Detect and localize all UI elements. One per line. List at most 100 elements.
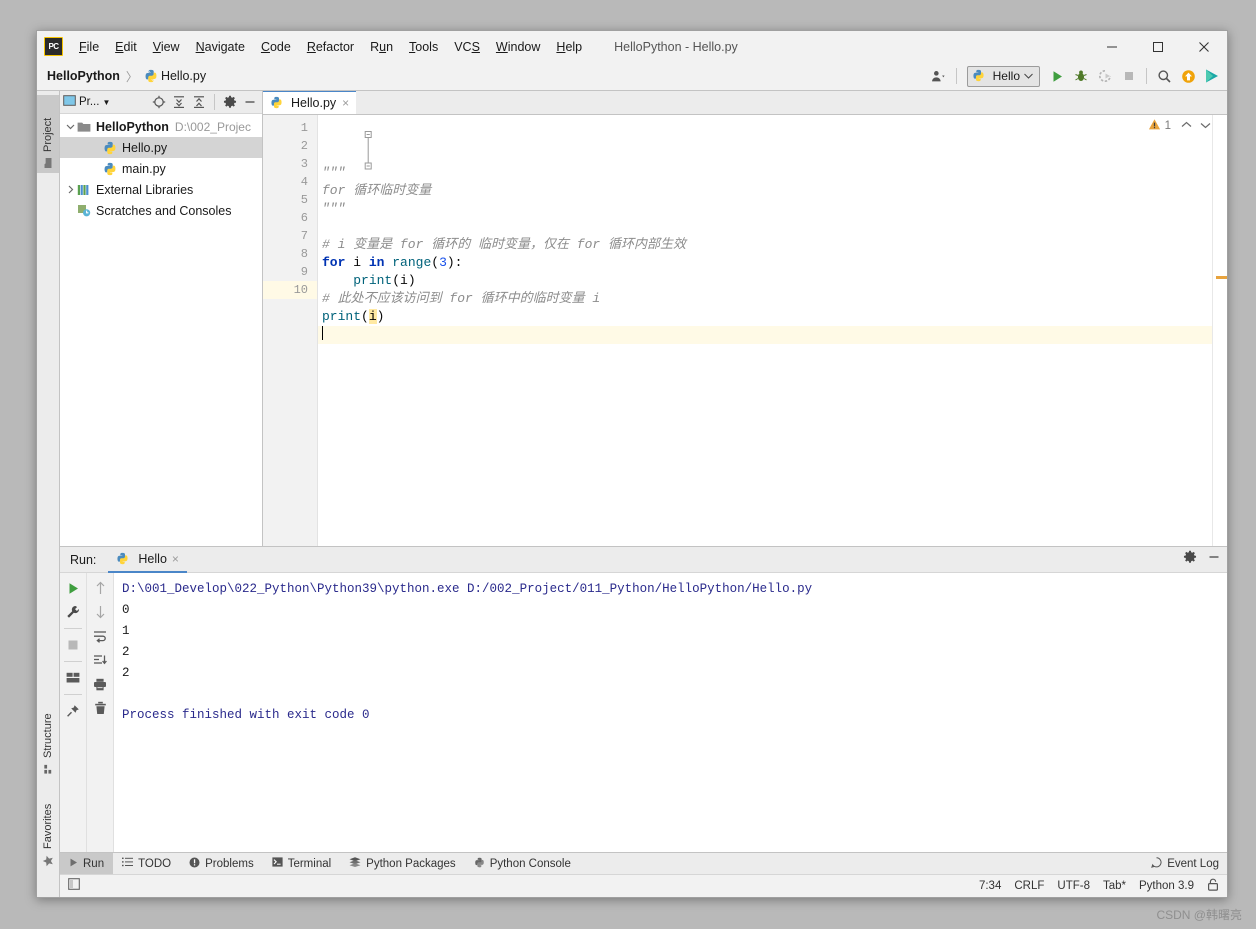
rerun-button[interactable]	[62, 577, 84, 599]
tree-item-hellopython[interactable]: HelloPython D:\002_Projec	[60, 116, 262, 137]
file-encoding[interactable]: UTF-8	[1057, 880, 1090, 892]
bottom-tab-python-packages[interactable]: Python Packages	[340, 853, 465, 874]
close-icon[interactable]: ×	[172, 552, 179, 566]
minimize-icon[interactable]	[1089, 31, 1135, 62]
sidebar-item-project[interactable]: Project	[37, 95, 59, 173]
tree-item-hello-py[interactable]: Hello.py	[60, 137, 262, 158]
sidebar-item-structure[interactable]: Structure	[37, 691, 59, 779]
problems-icon	[189, 857, 200, 871]
breadcrumb-project[interactable]: HelloPython	[47, 69, 120, 83]
lock-icon[interactable]	[1207, 878, 1219, 894]
layout-icon[interactable]	[62, 667, 84, 689]
next-highlight-icon[interactable]	[1200, 120, 1211, 132]
code-line-3[interactable]: """	[318, 200, 1227, 218]
warning-marker[interactable]	[1216, 276, 1227, 279]
printer-icon[interactable]	[89, 673, 111, 695]
code-token: """	[322, 201, 346, 216]
bottom-tab-problems[interactable]: Problems	[180, 853, 263, 874]
menu-bar: PC File Edit View Navigate Code Refactor Run To…	[37, 31, 1227, 62]
code-line-2[interactable]: for 循环临时变量	[318, 182, 1227, 200]
soft-wrap-icon[interactable]	[89, 625, 111, 647]
line-number: 9	[300, 265, 308, 279]
tree-item-scratches-and-consoles[interactable]: Scratches and Consoles	[60, 200, 262, 221]
menu-item-vcs[interactable]: VCS	[446, 37, 488, 57]
tree-item-main-py[interactable]: main.py	[60, 158, 262, 179]
run-button[interactable]	[1046, 65, 1068, 87]
chevron-down-icon[interactable]	[64, 122, 77, 131]
arrow-down-icon[interactable]	[89, 601, 111, 623]
code-line-6[interactable]: for i in range(3):	[318, 254, 1227, 272]
console-line: Process finished with exit code 0	[122, 708, 370, 722]
caret-position[interactable]: 7:34	[979, 880, 1001, 892]
close-icon[interactable]: ×	[342, 96, 349, 110]
line-separator[interactable]: CRLF	[1014, 880, 1044, 892]
project-tree[interactable]: HelloPython D:\002_Projec Hello.py main.py E…	[60, 114, 262, 546]
tree-item-external-libraries[interactable]: External Libraries	[60, 179, 262, 200]
previous-highlight-icon[interactable]	[1181, 120, 1192, 132]
code-line-10[interactable]	[318, 326, 1227, 344]
menu-item-code[interactable]: Code	[253, 37, 299, 57]
pin-icon[interactable]	[62, 700, 84, 722]
code-token: ):	[446, 255, 463, 270]
menu-item-tools[interactable]: Tools	[401, 37, 446, 57]
run-console-output[interactable]: D:\001_Develop\022_Python\Python39\pytho…	[114, 573, 1227, 852]
bottom-tab-python-console[interactable]: Python Console	[465, 853, 580, 874]
gear-icon[interactable]	[221, 93, 239, 111]
menu-item-file[interactable]: File	[71, 37, 107, 57]
code-line-7[interactable]: print(i)	[318, 272, 1227, 290]
code-line-4[interactable]	[318, 218, 1227, 236]
line-number: 4	[300, 175, 308, 189]
hide-panel-button[interactable]	[1207, 550, 1221, 569]
project-view-selector[interactable]: Pr... ▼	[63, 94, 110, 110]
maximize-icon[interactable]	[1135, 31, 1181, 62]
event-log-button[interactable]: Event Log	[1151, 856, 1219, 871]
menu-item-help[interactable]: Help	[548, 37, 590, 57]
search-icon[interactable]	[1153, 65, 1175, 87]
wrench-icon[interactable]	[62, 601, 84, 623]
arrow-up-icon[interactable]	[89, 577, 111, 599]
menu-item-edit[interactable]: Edit	[107, 37, 145, 57]
code-line-9[interactable]: print(i)	[318, 308, 1227, 326]
update-project-button[interactable]	[1177, 65, 1199, 87]
indent-setting[interactable]: Tab*	[1103, 880, 1126, 892]
user-account-icon[interactable]	[928, 65, 950, 87]
scroll-to-end-icon[interactable]	[89, 649, 111, 671]
editor-tab-hello-py[interactable]: Hello.py ×	[263, 90, 357, 114]
bottom-tab-run[interactable]: Run	[60, 853, 114, 874]
code-line-1[interactable]: """	[318, 164, 1227, 182]
run-configuration-selector[interactable]: Hello	[966, 65, 1040, 87]
inspection-widget[interactable]: 1	[1148, 118, 1211, 134]
libraries-icon	[77, 184, 93, 196]
menu-item-run[interactable]: Run	[362, 37, 401, 57]
interpreter[interactable]: Python 3.9	[1139, 880, 1194, 892]
expand-all-button[interactable]	[170, 93, 188, 111]
star-icon	[42, 855, 54, 867]
ide-assistant-button[interactable]	[1201, 65, 1223, 87]
breadcrumb-file[interactable]: Hello.py	[161, 69, 206, 83]
debug-button[interactable]	[1070, 65, 1092, 87]
bottom-tab-terminal[interactable]: Terminal	[263, 853, 340, 874]
bottom-tab-todo[interactable]: TODO	[113, 853, 180, 874]
collapse-all-button[interactable]	[190, 93, 208, 111]
select-opened-file-button[interactable]	[150, 93, 168, 111]
code-line-5[interactable]: # i 变量是 for 循环的 临时变量，仅在 for 循环内部生效	[318, 236, 1227, 254]
inspection-scrollbar[interactable]	[1212, 115, 1227, 546]
sidebar-label-structure: Structure	[42, 713, 54, 758]
menu-item-view[interactable]: View	[145, 37, 188, 57]
menu-item-refactor[interactable]: Refactor	[299, 37, 362, 57]
gear-icon[interactable]	[1183, 550, 1197, 569]
run-tab-hello[interactable]: Hello ×	[108, 547, 187, 573]
menu-item-navigate[interactable]: Navigate	[188, 37, 253, 57]
chevron-right-icon[interactable]	[64, 185, 77, 194]
trash-icon[interactable]	[89, 697, 111, 719]
code-line-8[interactable]: # 此处不应该访问到 for 循环中的临时变量 i	[318, 290, 1227, 308]
fold-region-icon[interactable]	[318, 119, 373, 193]
sidebar-item-favorites[interactable]: Favorites	[37, 781, 59, 871]
code-content[interactable]: """ for 循环临时变量 """ # i 变量是 for 循环的 临时变量，仅在 …	[318, 115, 1227, 546]
close-icon[interactable]	[1181, 31, 1227, 62]
toggle-toolbar-icon[interactable]	[68, 877, 80, 895]
menu-item-window[interactable]: Window	[488, 37, 548, 57]
hide-panel-button[interactable]	[241, 93, 259, 111]
code-editor[interactable]: 1 2 3 4 5 6 7 8 9 10 """ for 循环临时变量 """ …	[263, 115, 1227, 546]
